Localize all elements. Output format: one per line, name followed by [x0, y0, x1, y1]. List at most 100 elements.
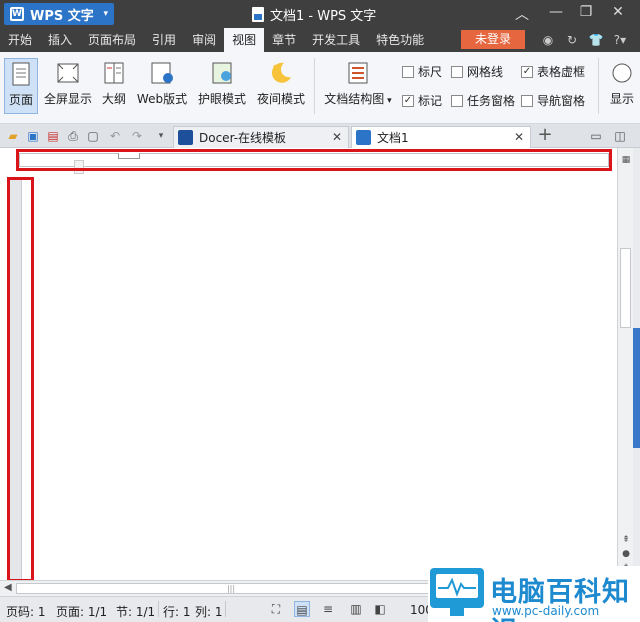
ribbon-divider-2 [598, 58, 599, 114]
sync-icon[interactable]: ↻ [564, 32, 580, 48]
marks-checkbox[interactable]: ✓ 标记 [402, 92, 442, 109]
tab-docer-label: Docer-在线模板 [199, 131, 287, 145]
print-preview-icon[interactable]: ▢ [85, 128, 101, 144]
night-mode-button[interactable]: ✦ 夜间模式 [254, 58, 308, 114]
ribbon-divider [314, 58, 315, 114]
web-layout-label: Web版式 [136, 92, 188, 106]
close-tab-icon[interactable]: ✕ [332, 130, 342, 144]
side-panel-toggle[interactable] [633, 148, 640, 580]
tab-doc1[interactable]: 文档1 ✕ [351, 126, 531, 148]
menu-chapter[interactable]: 章节 [264, 28, 304, 52]
help-icon[interactable]: ?▾ [612, 32, 628, 48]
web-view-status-icon[interactable]: ▥ [348, 601, 364, 617]
menu-references[interactable]: 引用 [144, 28, 184, 52]
page-view-button[interactable]: 页面 [4, 58, 38, 114]
window-title-text: 文档1 - WPS 文字 [270, 9, 377, 24]
reading-mode-status-icon[interactable]: ◧ [372, 601, 388, 617]
task-pane-checkbox-box[interactable] [451, 94, 463, 107]
scroll-left-icon[interactable]: ◀ [4, 582, 12, 593]
fullscreen-button[interactable]: 全屏显示 [42, 58, 94, 114]
redo-icon[interactable]: ↷ [129, 128, 145, 144]
status-column: 列: 1 [195, 605, 223, 619]
tab-list-icon[interactable]: ▭ [588, 128, 604, 144]
outline-status-icon[interactable]: ≡ [320, 601, 336, 617]
status-divider [225, 601, 226, 617]
doc-map-icon [348, 62, 368, 84]
menu-start[interactable]: 开始 [0, 28, 40, 52]
new-tab-button[interactable]: + [537, 126, 553, 144]
horizontal-scroll-thumb[interactable]: ||| [16, 583, 446, 594]
undo-icon[interactable]: ↶ [107, 128, 123, 144]
shirt-icon[interactable]: 👕 [588, 32, 604, 48]
close-button[interactable]: ✕ [608, 4, 628, 20]
menu-features[interactable]: 特色功能 [368, 28, 432, 52]
login-button[interactable]: 未登录 [461, 30, 525, 49]
app-label: WPS 文字 [30, 8, 94, 24]
fullscreen-status-icon[interactable]: ⛶ [268, 601, 284, 617]
eye-care-icon [212, 62, 232, 84]
skin-icon[interactable]: ◉ [540, 32, 556, 48]
scroll-thumb[interactable] [620, 248, 631, 328]
app-menu-button[interactable]: W WPS 文字 ▾ [4, 3, 114, 25]
monitor-logo-icon [430, 568, 484, 616]
gridlines-checkbox[interactable]: 网格线 [451, 63, 503, 80]
display-icon [612, 63, 632, 83]
fullscreen-label: 全屏显示 [43, 92, 92, 106]
tab-docer[interactable]: Docer-在线模板 ✕ [173, 126, 349, 148]
table-gridlines-checkbox-box[interactable]: ✓ [521, 65, 533, 78]
title-bar: W WPS 文字 ▾ 文档1 - WPS 文字 ︿ — ❐ ✕ [0, 0, 640, 28]
menu-developer[interactable]: 开发工具 [304, 28, 368, 52]
ruler-checkbox-box[interactable] [402, 65, 414, 78]
nav-pane-checkbox[interactable]: 导航窗格 [521, 92, 585, 109]
doc-map-button[interactable]: 文档结构图 ▾ [322, 58, 394, 114]
menu-insert[interactable]: 插入 [40, 28, 80, 52]
moon-icon: ✦ [271, 62, 291, 83]
watermark-logo: 电脑百科知识 www.pc-daily.com [428, 566, 640, 622]
task-pane-checkbox[interactable]: 任务窗格 [451, 92, 515, 109]
eye-care-button[interactable]: 护眼模式 [194, 58, 250, 114]
customize-caret-icon[interactable]: ▾ [153, 128, 169, 144]
pulse-line-icon [438, 577, 476, 597]
table-gridlines-checkbox-label: 表格虚框 [537, 65, 586, 79]
monitor-screen [436, 574, 478, 598]
doc-map-caret-icon: ▾ [384, 96, 392, 106]
status-page-number: 页码: 1 [6, 605, 46, 619]
collapse-ribbon-icon[interactable]: ︿ [512, 4, 532, 24]
menu-review[interactable]: 审阅 [184, 28, 224, 52]
page-view-status-icon[interactable]: ▤ [294, 601, 310, 617]
document-area[interactable] [0, 148, 617, 582]
status-divider [158, 601, 159, 617]
svg-text:✦: ✦ [272, 63, 278, 71]
nav-pane-checkbox-box[interactable] [521, 94, 533, 107]
ruler-toggle-icon[interactable]: ▦ [620, 154, 632, 166]
print-icon[interactable]: ⎙ [65, 128, 81, 144]
prev-page-icon[interactable]: ⇞ [620, 534, 632, 546]
side-panel-tab[interactable] [633, 328, 640, 448]
display-label: 显示 [609, 92, 634, 106]
gridlines-checkbox-box[interactable] [451, 65, 463, 78]
vertical-scrollbar[interactable]: ▦ ⇞ ● ⇟ [617, 148, 633, 580]
menu-page-layout[interactable]: 页面布局 [80, 28, 144, 52]
tab-doc1-label: 文档1 [377, 131, 409, 145]
menu-view[interactable]: 视图 [224, 28, 265, 52]
select-browse-icon[interactable]: ● [620, 548, 632, 560]
marks-checkbox-box[interactable]: ✓ [402, 94, 414, 107]
outline-button[interactable]: 大纲 [98, 58, 130, 114]
table-gridlines-checkbox[interactable]: ✓ 表格虚框 [521, 63, 585, 80]
restore-button[interactable]: ❐ [576, 4, 596, 20]
open-folder-icon[interactable]: ▰ [5, 128, 21, 144]
ruler-checkbox[interactable]: 标尺 [402, 63, 442, 80]
web-layout-icon [151, 62, 173, 84]
close-tab-icon[interactable]: ✕ [514, 130, 524, 144]
export-pdf-icon[interactable]: ▤ [45, 128, 61, 144]
minimize-button[interactable]: — [546, 4, 566, 20]
save-icon[interactable]: ▣ [25, 128, 41, 144]
status-line: 行: 1 [163, 605, 191, 619]
outline-label: 大纲 [101, 92, 126, 106]
web-layout-button[interactable]: Web版式 [134, 58, 190, 114]
watermark-url: www.pc-daily.com [492, 604, 600, 618]
display-button[interactable]: 显示 [604, 58, 640, 114]
split-view-icon[interactable]: ◫ [612, 128, 628, 144]
tab-bar: ▰ ▣ ▤ ⎙ ▢ ↶ ↷ ▾ Docer-在线模板 ✕ 文档1 ✕ + ▭ ◫ [0, 124, 640, 148]
eye-care-label: 护眼模式 [197, 92, 246, 106]
